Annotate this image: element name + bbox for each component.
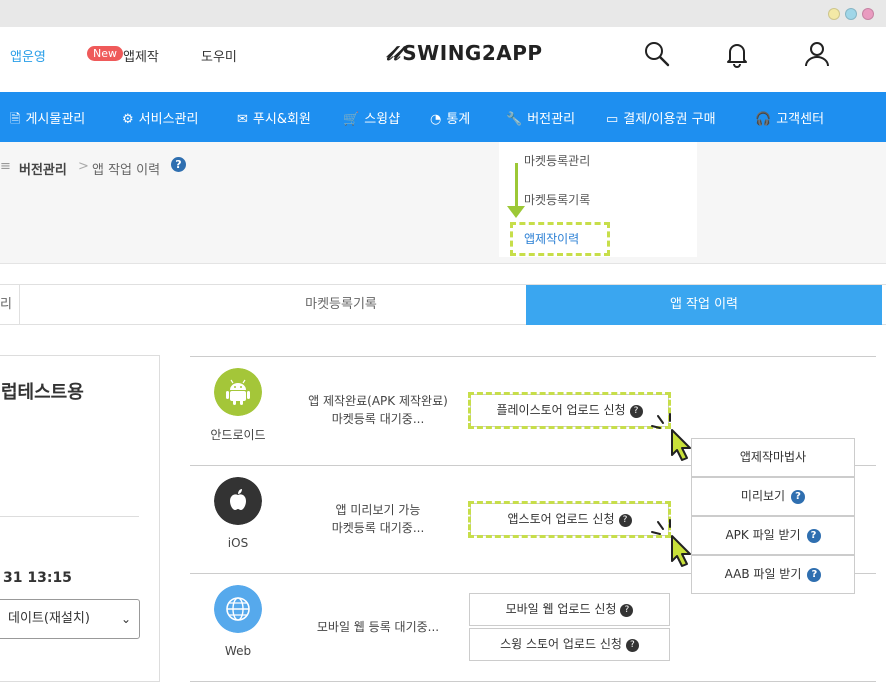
nav-label: 버전관리: [527, 112, 576, 127]
nav-label: 서비스관리: [138, 112, 199, 127]
pie-chart-icon: ◔: [430, 112, 442, 127]
nav-statistics[interactable]: ◔ 통계: [430, 108, 470, 127]
document-icon: 🗎: [10, 112, 21, 127]
pointer-arrow-head: [507, 206, 525, 218]
status-line: 마켓등록 대기중...: [331, 521, 425, 535]
nav-push-members[interactable]: ✉ 푸시&회원: [237, 108, 311, 127]
menu-item-label: APK 파일 받기: [725, 528, 801, 542]
mobile-web-upload-button[interactable]: 모바일 웹 업로드 신청?: [469, 593, 670, 626]
status-line: 앱 제작완료(APK 제작완료): [308, 394, 448, 408]
platform-label-web: Web: [224, 644, 252, 658]
menu-item-preview[interactable]: 미리보기?: [691, 477, 855, 516]
search-icon[interactable]: [642, 39, 672, 69]
app-name: 럽테스트용: [1, 382, 84, 403]
menu-item-label: AAB 파일 받기: [724, 567, 802, 581]
platform-label-ios: iOS: [227, 536, 249, 550]
nav-label: 푸시&회원: [252, 112, 311, 127]
menu-item-label: 앱제작마법사: [739, 450, 807, 464]
nav-board-management[interactable]: 🗎 게시물관리: [10, 108, 85, 132]
breadcrumb-home[interactable]: ≡: [0, 159, 11, 174]
nav-version-management[interactable]: 🔧 버전관리: [506, 108, 575, 127]
top-header: 앱운영 New 앱제작 도우미 𝓁𝓁 SWING2APP: [0, 27, 886, 92]
help-icon[interactable]: ?: [625, 639, 639, 652]
ios-status: 앱 미리보기 가능 마켓등록 대기중...: [288, 501, 468, 537]
nav-payment[interactable]: ▭ 결제/이용권 구매: [606, 108, 716, 127]
nav-label: 게시물관리: [25, 112, 86, 127]
menu-item-download-aab[interactable]: AAB 파일 받기?: [691, 555, 855, 594]
nav-customer-center[interactable]: 🎧 고객센터: [755, 108, 824, 127]
menu-item-download-apk[interactable]: APK 파일 받기?: [691, 516, 855, 555]
status-line: 모바일 웹 등록 대기중...: [316, 620, 440, 634]
button-label: 스윙 스토어 업로드 신청: [500, 637, 622, 651]
pointer-arrow-line: [515, 163, 518, 210]
window-titlebar: [0, 0, 886, 27]
nav-help[interactable]: 도우미: [201, 46, 237, 65]
click-cursor-icon: [651, 413, 691, 461]
nav-label: 통계: [446, 112, 471, 127]
apple-icon: [214, 477, 262, 525]
breadcrumb-current: 앱 작업 이력: [92, 163, 161, 178]
select-value: 데이트(재설치): [8, 611, 90, 626]
highlight-box: [468, 392, 671, 429]
nav-label: 스윙샵: [364, 112, 401, 127]
main-navigation: 🗎 게시물관리 ⚙ 서비스관리 ✉ 푸시&회원 🛒 스윙샵 ◔ 통계 🔧 버전관리 ▭ 결제/…: [0, 92, 886, 142]
globe-icon: [214, 585, 262, 633]
menu-item-market-registration[interactable]: 마켓등록관리: [524, 152, 590, 169]
help-icon[interactable]: ?: [620, 604, 634, 617]
tab-partial[interactable]: 리: [0, 285, 20, 325]
help-icon[interactable]: ?: [806, 529, 821, 543]
logo-text: SWING2APP: [402, 41, 543, 65]
highlight-box: [468, 501, 671, 538]
tab-app-work-history[interactable]: 앱 작업 이력: [526, 285, 882, 325]
wrench-icon: 🔧: [506, 112, 523, 127]
nav-app-build[interactable]: 앱제작: [123, 46, 159, 65]
swing2app-logo[interactable]: 𝓁𝓁 SWING2APP: [386, 41, 543, 65]
logo-mark: 𝓁𝓁: [386, 41, 401, 65]
chevron-down-icon: ⌄: [120, 612, 131, 626]
build-date: 31 13:15: [3, 570, 72, 586]
platform-label-android: 안드로이드: [210, 428, 266, 442]
nav-app-operation[interactable]: 앱운영: [10, 46, 46, 65]
bell-icon[interactable]: [722, 39, 752, 69]
nav-label: 결제/이용권 구매: [623, 112, 716, 127]
gear-icon: ⚙: [122, 112, 134, 127]
highlight-box: [510, 222, 610, 256]
breadcrumb-section[interactable]: 버전관리: [19, 159, 67, 178]
headset-icon: 🎧: [755, 112, 772, 127]
cart-icon: 🛒: [343, 112, 360, 127]
tab-bar: 리 마켓등록기록 앱 작업 이력: [0, 284, 886, 325]
new-badge: New: [87, 46, 123, 61]
android-status: 앱 제작완료(APK 제작완료) 마켓등록 대기중...: [288, 392, 468, 428]
android-icon: [214, 368, 262, 416]
credit-card-icon: ▭: [606, 112, 619, 127]
swing-store-upload-button[interactable]: 스윙 스토어 업로드 신청?: [469, 628, 670, 661]
status-line: 앱 미리보기 가능: [335, 503, 421, 517]
status-line: 마켓등록 대기중...: [331, 412, 425, 426]
click-cursor-icon: [651, 519, 691, 567]
window-maximize-button[interactable]: [845, 8, 857, 20]
window-minimize-button[interactable]: [828, 8, 840, 20]
mail-icon: ✉: [237, 112, 248, 127]
app-info-card: 럽테스트용 31 13:15 데이트(재설치) ⌄: [0, 355, 160, 682]
button-label: 모바일 웹 업로드 신청: [505, 602, 617, 616]
window-close-button[interactable]: [862, 8, 874, 20]
divider: [0, 516, 139, 517]
nav-label: 고객센터: [776, 112, 825, 127]
menu-item-label: 미리보기: [740, 489, 786, 503]
user-icon[interactable]: [802, 39, 832, 69]
tab-market-history[interactable]: 마켓등록기록: [157, 285, 525, 325]
web-status: 모바일 웹 등록 대기중...: [288, 618, 468, 636]
menu-item-market-history[interactable]: 마켓등록기록: [524, 191, 590, 208]
nav-service-management[interactable]: ⚙ 서비스관리: [122, 108, 198, 127]
nav-swing-shop[interactable]: 🛒 스윙샵: [343, 108, 400, 127]
help-icon[interactable]: ?: [807, 568, 822, 582]
breadcrumb: ≡ 버전관리 > 앱 작업 이력: [0, 142, 886, 264]
menu-item-app-wizard[interactable]: 앱제작마법사: [691, 438, 855, 477]
breadcrumb-separator: >: [78, 159, 89, 174]
help-icon[interactable]: ?: [171, 157, 186, 172]
help-icon[interactable]: ?: [791, 490, 806, 504]
update-type-select[interactable]: 데이트(재설치) ⌄: [0, 599, 140, 639]
